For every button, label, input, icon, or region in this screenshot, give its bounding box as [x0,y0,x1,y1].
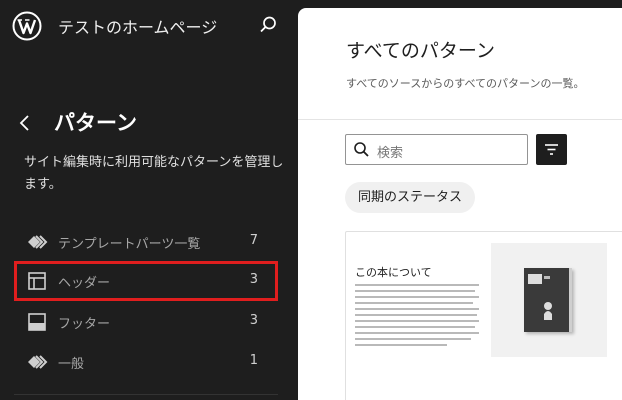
sidebar-item-label: ヘッダー [58,276,111,291]
pattern-card[interactable]: この本について [345,231,622,400]
sidebar-item-footer[interactable]: フッター 3 [14,302,278,342]
main-description: すべてのソースからのすべてのパターンの一覧。 [346,77,585,90]
site-title[interactable]: テストのホームページ [58,14,217,38]
search-input[interactable]: 検索 [345,134,528,165]
sidebar-item-count: 3 [249,272,258,287]
sidebar-item-count: 3 [249,313,258,328]
symbol-icon [28,355,48,369]
sidebar-item-count: 1 [249,353,258,368]
header-divider [298,119,622,120]
search-placeholder: 検索 [377,146,404,161]
chevron-left-icon[interactable] [16,112,34,134]
sidebar-item-label: フッター [58,317,111,332]
search-icon [354,142,369,157]
main-title: すべてのパターン [346,40,495,62]
card-text-lines [355,284,481,350]
search-icon[interactable] [257,14,279,36]
symbol-icon [28,235,48,249]
sidebar-item-general[interactable]: 一般 1 [14,342,278,382]
sidebar-item-count: 7 [249,233,258,248]
footer-icon [28,313,46,331]
sidebar-divider [14,394,278,395]
sidebar-item-header[interactable]: ヘッダー 3 [14,261,278,301]
section-description: サイト編集時に利用可能なパターンを管理します。 [24,155,284,192]
header-icon [28,272,46,290]
wordpress-logo-icon[interactable] [12,11,42,41]
filter-icon [545,144,558,155]
sidebar-item-template-parts[interactable]: テンプレートパーツ一覧 7 [14,222,278,262]
sync-status-filter[interactable]: 同期のステータス [345,182,476,213]
sidebar: テストのホームページ パターン サイト編集時に利用可能なパターンを管理します。 … [0,0,298,400]
filter-button[interactable] [536,134,567,165]
page-title: パターン [54,111,137,135]
sidebar-item-label: 一般 [58,357,85,372]
book-image [491,243,607,357]
main-panel: すべてのパターン すべてのソースからのすべてのパターンの一覧。 検索 同期のステ… [298,8,622,400]
book-cover [524,268,572,332]
sidebar-item-label: テンプレートパーツ一覧 [58,237,201,252]
card-heading: この本について [355,266,432,279]
